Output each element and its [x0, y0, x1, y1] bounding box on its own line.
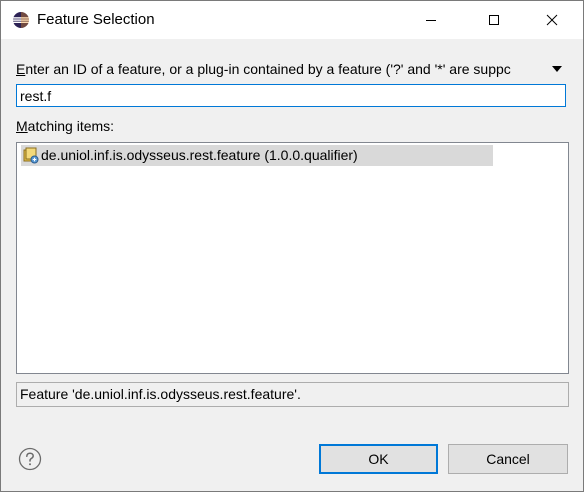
selection-status: Feature 'de.uniol.inf.is.odysseus.rest.f… — [16, 382, 569, 407]
list-item[interactable]: de.uniol.inf.is.odysseus.rest.feature (1… — [21, 145, 493, 166]
matching-items-list[interactable]: de.uniol.inf.is.odysseus.rest.feature (1… — [16, 142, 569, 374]
filter-input[interactable] — [16, 84, 566, 107]
help-icon[interactable] — [18, 447, 42, 471]
close-button[interactable] — [529, 1, 575, 39]
minimize-icon — [426, 20, 436, 21]
cancel-button[interactable]: Cancel — [448, 444, 568, 474]
filter-prompt-label: Enter an ID of a feature, or a plug-in c… — [16, 61, 544, 78]
view-menu-arrow-icon[interactable] — [551, 64, 563, 74]
matching-text: atching items: — [27, 118, 115, 134]
ok-button[interactable]: OK — [319, 444, 438, 474]
maximize-button[interactable] — [471, 1, 517, 39]
matching-accelerator: M — [16, 118, 28, 134]
maximize-icon — [489, 15, 499, 25]
matching-items-label: Matching items: — [16, 118, 114, 135]
minimize-button[interactable] — [408, 1, 454, 39]
title-bar[interactable]: Feature Selection — [1, 1, 583, 39]
close-icon — [546, 14, 558, 26]
prompt-text: nter an ID of a feature, or a plug-in co… — [25, 61, 511, 77]
feature-icon — [23, 147, 39, 164]
window-title: Feature Selection — [37, 11, 155, 28]
list-item-label: de.uniol.inf.is.odysseus.rest.feature (1… — [41, 147, 358, 163]
eclipse-icon — [13, 12, 29, 28]
feature-selection-dialog: Feature Selection Enter an ID of a featu… — [0, 0, 584, 492]
prompt-accelerator: E — [16, 61, 26, 77]
